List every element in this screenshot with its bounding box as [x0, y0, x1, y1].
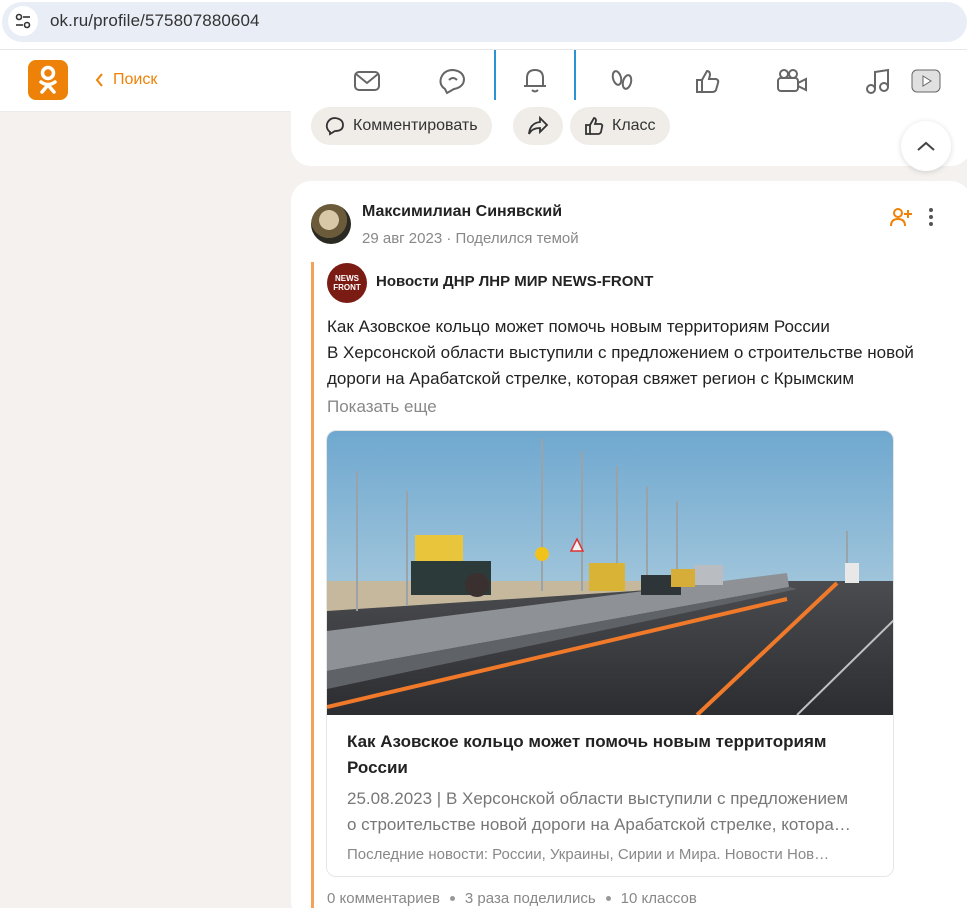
chevron-up-icon — [917, 141, 935, 151]
post-text-line1: Как Азовское кольцо может помочь новым т… — [327, 317, 830, 336]
separator-dot — [449, 896, 455, 901]
show-more-link[interactable]: Показать еще — [327, 397, 437, 417]
post-author[interactable]: Максимилиан Синявский — [362, 203, 562, 221]
likes-count[interactable]: 10 классов — [621, 890, 697, 907]
class-like-button[interactable]: Класс — [570, 107, 670, 145]
post-text-line2: В Херсонской области выступили с предлож… — [327, 343, 914, 388]
chevron-left-icon — [95, 73, 103, 87]
comment-icon — [325, 117, 344, 136]
link-preview-card[interactable]: Как Азовское кольцо может помочь новым т… — [326, 430, 894, 877]
post-text: Как Азовское кольцо может помочь новым т… — [327, 314, 947, 392]
add-friend-icon[interactable] — [889, 206, 913, 228]
group-logo[interactable]: NEWS FRONT — [327, 263, 367, 303]
link-description: 25.08.2023 | В Херсонской области выступ… — [347, 789, 851, 834]
back-label: Поиск — [113, 71, 158, 88]
comment-label: Комментировать — [353, 117, 478, 134]
repost-quote-bar — [311, 262, 314, 908]
shares-count[interactable]: 3 раза поделились — [465, 890, 596, 907]
share-icon — [528, 116, 549, 135]
url-text[interactable]: ok.ru/profile/575807880604 — [50, 11, 260, 31]
avatar[interactable] — [311, 204, 351, 244]
scroll-up-button[interactable] — [901, 121, 951, 171]
post-stats: 0 комментариев 3 раза поделились 10 клас… — [327, 890, 697, 907]
link-title[interactable]: Как Азовское кольцо может помочь новым т… — [347, 729, 877, 781]
share-button[interactable] — [513, 107, 563, 145]
road-construction-photo — [327, 431, 893, 715]
post-meta: 29 авг 2023 · Поделился темой — [362, 230, 579, 247]
more-options-icon[interactable] — [924, 206, 938, 228]
comments-count[interactable]: 0 комментариев — [327, 890, 440, 907]
separator-dot — [605, 896, 611, 901]
post-date[interactable]: 29 авг 2023 — [362, 230, 442, 247]
group-name[interactable]: Новости ДНР ЛНР МИР NEWS-FRONT — [376, 273, 653, 290]
class-label: Класс — [612, 117, 656, 134]
site-settings-icon[interactable] — [8, 6, 38, 36]
link-source: Последние новости: России, Украины, Сири… — [347, 846, 830, 863]
thumbs-up-icon — [585, 117, 604, 135]
post-action: Поделился темой — [455, 230, 579, 247]
back-to-search-link[interactable]: Поиск — [95, 71, 157, 89]
browser-address-bar: ok.ru/profile/575807880604 — [0, 0, 967, 50]
ok-logo-icon[interactable] — [28, 60, 68, 100]
comment-button[interactable]: Комментировать — [311, 107, 492, 145]
